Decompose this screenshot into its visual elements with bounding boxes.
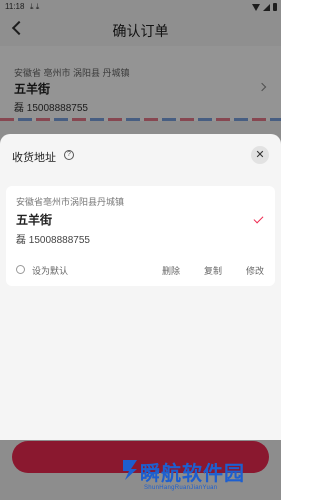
check-icon: [253, 213, 264, 224]
sheet-title: 收货地址: [12, 152, 56, 164]
help-icon[interactable]: ?: [64, 150, 74, 160]
watermark: 瞬航软件园 ShunHangRuanJianYuan: [120, 454, 278, 496]
watermark-logo-icon: [123, 460, 137, 480]
close-button[interactable]: ✕: [251, 146, 269, 164]
address-region: 安徽省亳州市涡阳县丹城镇: [16, 197, 125, 207]
address-bottom-sheet: 收货地址 ? ✕ 安徽省亳州市涡阳县丹城镇 五羊街 磊 15008888755 …: [0, 134, 281, 440]
address-card[interactable]: 安徽省亳州市涡阳县丹城镇 五羊街 磊 15008888755 设为默认 删除 复…: [6, 186, 275, 286]
set-default-label[interactable]: 设为默认: [32, 264, 68, 277]
delete-button[interactable]: 删除: [162, 264, 180, 277]
set-default-radio[interactable]: [16, 265, 25, 274]
edit-button[interactable]: 修改: [246, 264, 264, 277]
copy-button[interactable]: 复制: [204, 264, 222, 277]
address-phone: 磊 15008888755: [16, 235, 90, 246]
watermark-text: 瞬航软件园: [140, 461, 245, 485]
address-name: 五羊街: [16, 213, 53, 227]
watermark-subtext: ShunHangRuanJianYuan: [144, 485, 218, 491]
